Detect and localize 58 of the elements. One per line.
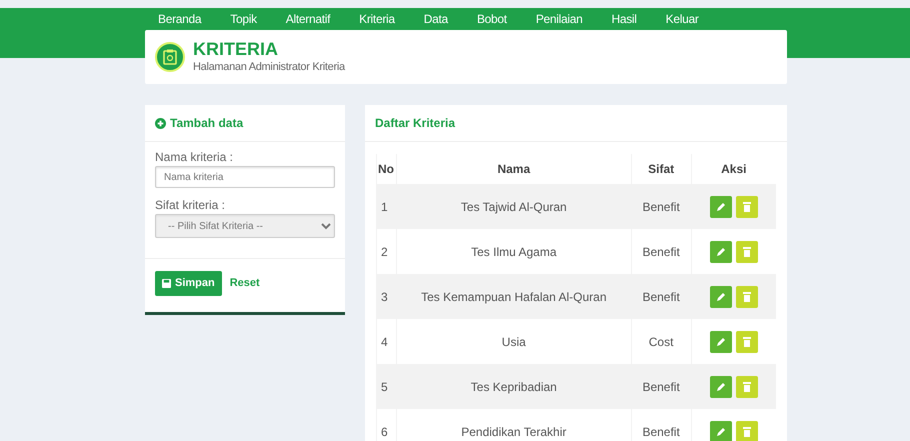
nav-link[interactable]: Beranda	[158, 8, 202, 30]
delete-button[interactable]	[736, 420, 758, 441]
input-field[interactable]: Nama kriteria	[155, 166, 335, 188]
table-cell: 6	[376, 409, 396, 441]
pencil-icon	[716, 246, 726, 256]
form-title: Tambah data	[170, 115, 244, 132]
field-label: Nama kriteria :	[155, 149, 234, 166]
pencil-icon	[716, 336, 726, 346]
edit-button[interactable]	[710, 330, 732, 352]
page-title: KRITERIA	[193, 38, 279, 59]
nav-link[interactable]: Data	[424, 8, 448, 30]
table-cell: Benefit	[631, 364, 692, 409]
nav-link[interactable]: Bobot	[476, 8, 507, 30]
trash-icon	[742, 202, 751, 212]
table-cell: 1	[376, 184, 396, 229]
table-cell: Benefit	[631, 184, 692, 229]
table-cell: 3	[376, 274, 396, 319]
pencil-icon	[716, 292, 726, 302]
plus-circle-icon	[155, 118, 166, 128]
table-cell: Pendidikan Terakhir	[396, 409, 632, 441]
field-label: Sifat kriteria :	[155, 197, 226, 214]
table-cell: Tes Kemampuan Hafalan Al-Quran	[396, 274, 632, 319]
edit-button[interactable]	[710, 376, 732, 398]
trash-icon	[742, 426, 751, 436]
clipboard-icon	[155, 42, 185, 72]
pencil-icon	[716, 202, 726, 212]
delete-button[interactable]	[736, 196, 758, 218]
table-cell: Tes Kepribadian	[396, 364, 632, 409]
save-button[interactable]: Simpan	[155, 271, 222, 296]
select-field[interactable]: -- Pilih Sifat Kriteria --	[155, 214, 335, 238]
table-title: Daftar Kriteria	[375, 116, 456, 130]
edit-button[interactable]	[710, 286, 732, 308]
trash-icon	[742, 382, 751, 392]
nav-link[interactable]: Topik	[230, 8, 257, 30]
trash-icon	[742, 292, 751, 302]
delete-button[interactable]	[736, 240, 758, 262]
nav-link[interactable]: Kriteria	[359, 8, 395, 30]
pencil-icon	[716, 382, 726, 392]
nav-link[interactable]: Alternatif	[286, 8, 330, 30]
delete-button[interactable]	[736, 376, 758, 398]
save-icon	[162, 278, 171, 288]
edit-button[interactable]	[710, 240, 732, 262]
trash-icon	[742, 336, 751, 346]
trash-icon	[742, 246, 751, 256]
table-cell: 5	[376, 364, 396, 409]
delete-button[interactable]	[736, 286, 758, 308]
pencil-icon	[716, 426, 726, 436]
table-cell: Tes Tajwid Al-Quran	[396, 184, 632, 229]
nav-link[interactable]: Keluar	[666, 8, 699, 30]
table-cell: Benefit	[631, 274, 692, 319]
edit-button[interactable]	[710, 420, 732, 441]
delete-button[interactable]	[736, 330, 758, 352]
table-cell: Benefit	[631, 409, 692, 441]
nav-link[interactable]: Penilaian	[536, 8, 582, 30]
edit-button[interactable]	[710, 196, 732, 218]
page-subtitle: Halamanan Administrator Kriteria	[193, 60, 345, 75]
nav-link[interactable]: Hasil	[611, 8, 637, 30]
reset-button[interactable]: Reset	[222, 271, 268, 296]
